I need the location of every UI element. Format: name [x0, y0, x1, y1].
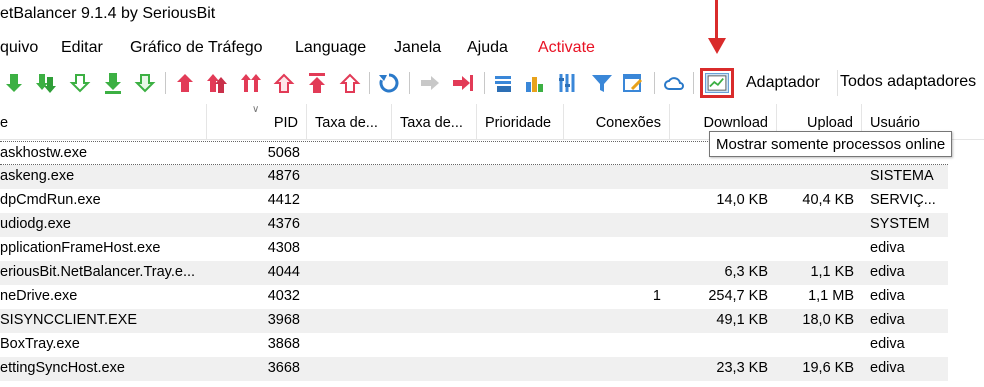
- refresh-icon[interactable]: [377, 71, 401, 95]
- cell-name: eriousBit.NetBalancer.Tray.e...: [0, 264, 196, 280]
- toolbar: Adaptador Todos adaptadores: [0, 64, 984, 102]
- toolbar-separator: [165, 72, 166, 94]
- menu-language[interactable]: Language: [295, 39, 366, 57]
- adapter-icon[interactable]: [492, 71, 516, 95]
- table-row[interactable]: dpCmdRun.exe 4412 14,0 KB 40,4 KB SERVIÇ…: [0, 189, 948, 213]
- table-row[interactable]: BoxTray.exe 3868 ediva: [0, 333, 948, 357]
- up-priority-triple-icon[interactable]: [239, 71, 263, 95]
- cell-upload: 40,4 KB: [802, 192, 854, 208]
- cell-name: dpCmdRun.exe: [0, 192, 101, 208]
- cell-download: 23,3 KB: [716, 360, 768, 376]
- cell-pid: 4376: [267, 216, 300, 232]
- cell-usuario: SERVIÇ...: [870, 192, 936, 208]
- cell-usuario: ediva: [870, 240, 905, 256]
- cell-usuario: ediva: [870, 336, 905, 352]
- cell-name: BoxTray.exe: [0, 336, 80, 352]
- up-bar-icon[interactable]: [305, 71, 329, 95]
- window-title: etBalancer 9.1.4 by SeriousBit: [0, 5, 216, 22]
- cell-upload: 1,1 KB: [810, 264, 854, 280]
- forward-icon[interactable]: [418, 71, 442, 95]
- menu-editar[interactable]: Editar: [61, 39, 103, 57]
- cell-download: 254,7 KB: [708, 288, 768, 304]
- online-processes-icon: [705, 73, 729, 93]
- cell-name: ettingSyncHost.exe: [0, 360, 125, 376]
- title-bar: etBalancer 9.1.4 by SeriousBit: [0, 0, 984, 34]
- cell-pid: 5068: [267, 145, 300, 161]
- cloud-icon[interactable]: [662, 71, 686, 95]
- table-row[interactable]: udiodg.exe 4376 SYSTEM: [0, 213, 948, 237]
- cell-name: askhostw.exe: [0, 145, 88, 161]
- down-priority-double-icon[interactable]: [34, 71, 58, 95]
- cell-name: pplicationFrameHost.exe: [0, 240, 161, 256]
- menu-activate[interactable]: Activate: [538, 39, 595, 57]
- menu-janela[interactable]: Janela: [394, 39, 441, 57]
- toolbar-separator: [484, 72, 485, 94]
- table-row[interactable]: neDrive.exe 4032 1 254,7 KB 1,1 MB ediva: [0, 285, 948, 309]
- down-bar-icon[interactable]: [101, 71, 125, 95]
- down-priority-light-icon[interactable]: [68, 71, 92, 95]
- up-outline-icon[interactable]: [272, 71, 296, 95]
- toolbar-separator: [654, 72, 655, 94]
- table-row[interactable]: pplicationFrameHost.exe 4308 ediva: [0, 237, 948, 261]
- cell-pid: 3868: [267, 336, 300, 352]
- cell-name: neDrive.exe: [0, 288, 78, 304]
- column-taxa-download[interactable]: Taxa de...: [307, 104, 392, 140]
- cell-pid: 4412: [267, 192, 300, 208]
- filter-icon[interactable]: [590, 71, 614, 95]
- menu-bar: quivo Editar Gráfico de Tráfego Language…: [0, 34, 984, 62]
- tools-icon[interactable]: [556, 71, 580, 95]
- cell-upload: 1,1 MB: [808, 288, 854, 304]
- rules-icon[interactable]: [621, 71, 645, 95]
- down-priority-icon[interactable]: [2, 71, 26, 95]
- cell-pid: 3668: [267, 360, 300, 376]
- cell-name: askeng.exe: [0, 168, 75, 184]
- cell-usuario: ediva: [870, 312, 905, 328]
- down-outline-icon[interactable]: [133, 71, 157, 95]
- cell-usuario: ediva: [870, 264, 905, 280]
- column-taxa-upload[interactable]: Taxa de...: [392, 104, 477, 140]
- block-icon[interactable]: [451, 71, 475, 95]
- menu-grafico-de-trafego[interactable]: Gráfico de Tráfego: [130, 39, 263, 57]
- toolbar-separator: [693, 72, 694, 94]
- table-row[interactable]: ettingSyncHost.exe 3668 23,3 KB 19,6 KB …: [0, 357, 948, 381]
- cell-conexoes: 1: [652, 288, 661, 304]
- cell-pid: 4044: [267, 264, 300, 280]
- cell-usuario: ediva: [870, 360, 905, 376]
- adapter-label: Adaptador: [746, 74, 820, 91]
- cell-download: 6,3 KB: [724, 264, 768, 280]
- column-pid[interactable]: PID: [207, 104, 307, 140]
- table-row[interactable]: askeng.exe 4876 SISTEMA: [0, 165, 948, 189]
- up-priority-icon[interactable]: [173, 71, 197, 95]
- column-name[interactable]: e: [0, 104, 207, 140]
- cell-upload: 18,0 KB: [802, 312, 854, 328]
- column-conexoes[interactable]: Conexões: [564, 104, 670, 140]
- menu-ajuda[interactable]: Ajuda: [467, 39, 508, 57]
- cell-download: 49,1 KB: [716, 312, 768, 328]
- up-priority-double-icon[interactable]: [205, 71, 229, 95]
- cell-usuario: ediva: [870, 288, 905, 304]
- cell-pid: 4032: [267, 288, 300, 304]
- cell-pid: 4308: [267, 240, 300, 256]
- toolbar-separator: [409, 72, 410, 94]
- cell-name: udiodg.exe: [0, 216, 71, 232]
- annotation-arrow-line: [715, 0, 718, 40]
- toolbar-separator: [369, 72, 370, 94]
- table-row[interactable]: SISYNCCLIENT.EXE 3968 49,1 KB 18,0 KB ed…: [0, 309, 948, 333]
- up-light-icon[interactable]: [338, 71, 362, 95]
- cell-upload: 19,6 KB: [802, 360, 854, 376]
- cell-pid: 4876: [267, 168, 300, 184]
- tooltip: Mostrar somente processos online: [709, 131, 953, 157]
- chart-bars-icon[interactable]: [523, 71, 547, 95]
- online-processes-button[interactable]: [700, 68, 734, 98]
- cell-usuario: SISTEMA: [870, 168, 934, 184]
- cell-name: SISYNCCLIENT.EXE: [0, 312, 137, 328]
- menu-arquivo[interactable]: quivo: [0, 39, 38, 57]
- table-row[interactable]: eriousBit.NetBalancer.Tray.e... 4044 6,3…: [0, 261, 948, 285]
- column-prioridade[interactable]: Prioridade: [477, 104, 564, 140]
- cell-usuario: SYSTEM: [870, 216, 930, 232]
- adapter-dropdown[interactable]: Todos adaptadores: [837, 70, 984, 96]
- cell-pid: 3968: [267, 312, 300, 328]
- annotation-arrow-head: [708, 38, 726, 54]
- cell-download: 14,0 KB: [716, 192, 768, 208]
